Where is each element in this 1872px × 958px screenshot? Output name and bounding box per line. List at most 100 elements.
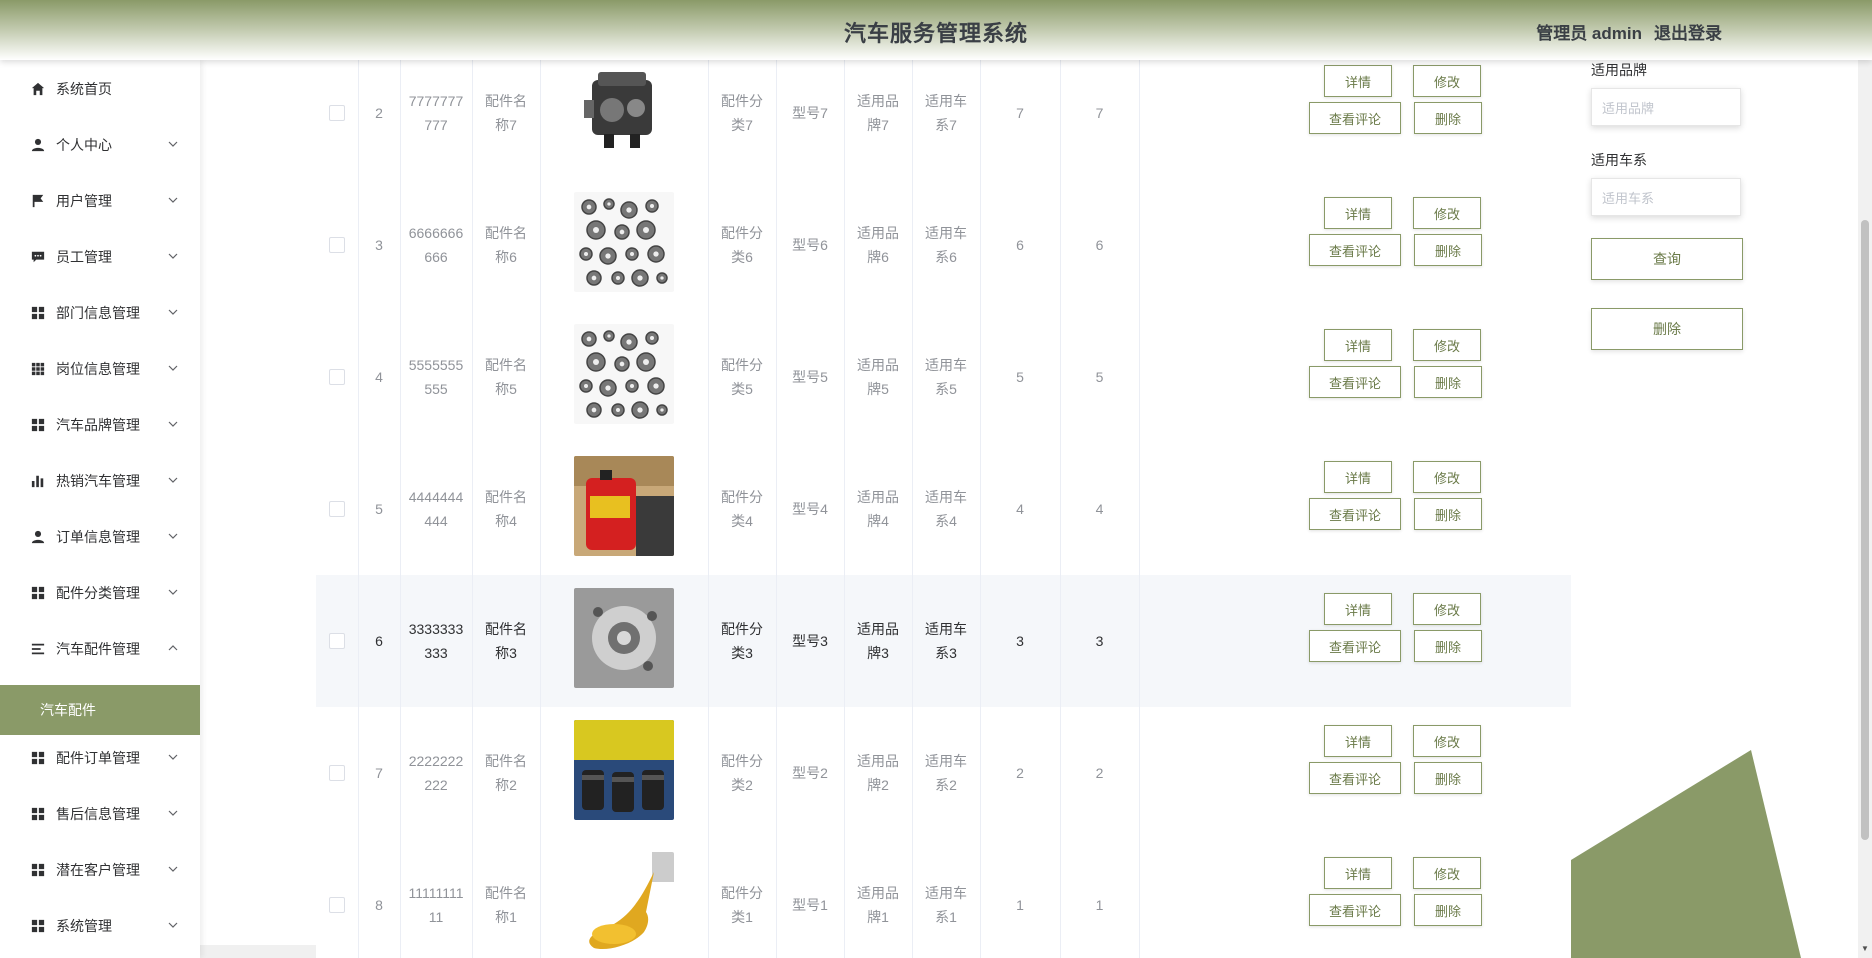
cell-text: 配件名称4	[485, 489, 527, 529]
cell-name: 配件名称3	[472, 575, 541, 707]
cell-text: 配件名称5	[485, 357, 527, 397]
row-checkbox[interactable]	[329, 633, 345, 649]
sidebar-item-5[interactable]: 岗位信息管理	[0, 349, 200, 389]
part-image	[574, 851, 674, 958]
row-checkbox[interactable]	[329, 105, 345, 121]
delete-button[interactable]: 删除	[1414, 102, 1482, 134]
sidebar-item-9[interactable]: 配件分类管理	[0, 573, 200, 613]
sidebar-item-7[interactable]: 热销汽车管理	[0, 461, 200, 501]
table-row: 7 2222222222 配件名称2 配件分类2 型号2 适用品牌2 适用车系2 2 2 详情 修改…	[316, 707, 1571, 840]
view-comments-button[interactable]: 查看评论	[1309, 102, 1401, 134]
detail-button[interactable]: 详情	[1324, 461, 1392, 493]
edit-button[interactable]: 修改	[1413, 593, 1481, 625]
chevron-down-icon	[168, 418, 178, 432]
cell-brand: 适用品牌6	[844, 179, 913, 311]
view-comments-button[interactable]: 查看评论	[1309, 762, 1401, 794]
edit-button[interactable]: 修改	[1413, 461, 1481, 493]
row-checkbox[interactable]	[329, 897, 345, 913]
sidebar-item-4[interactable]: 部门信息管理	[0, 293, 200, 333]
sidebar-item-label: 配件分类管理	[56, 585, 140, 601]
chevron-down-icon	[168, 751, 178, 765]
sidebar-item-3[interactable]: 员工管理	[0, 237, 200, 277]
cell-c1: 2	[980, 707, 1061, 839]
page-scrollbar[interactable]: ▲ ▼	[1858, 0, 1872, 958]
cell-text: 2	[1016, 765, 1024, 781]
sidebar-item-6[interactable]: 汽车品牌管理	[0, 405, 200, 445]
batch-delete-button[interactable]: 删除	[1591, 308, 1743, 350]
view-comments-button[interactable]: 查看评论	[1309, 366, 1401, 398]
sidebar-item-8[interactable]: 订单信息管理	[0, 517, 200, 557]
cell-index: 4	[358, 311, 401, 443]
sidebar-item-14[interactable]: 系统管理	[0, 906, 200, 946]
cell-text: 配件分类4	[721, 489, 763, 529]
sidebar-item-12[interactable]: 售后信息管理	[0, 794, 200, 834]
detail-button[interactable]: 详情	[1324, 65, 1392, 97]
sidebar-item-11[interactable]: 配件订单管理	[0, 738, 200, 778]
scroll-down-arrow[interactable]: ▼	[1861, 944, 1869, 953]
table-row: 2 7777777777 配件名称7 配件分类7 型号7 适用品牌7 适用车系7 7 7 详情 修改…	[316, 60, 1571, 180]
row-checkbox[interactable]	[329, 765, 345, 781]
sidebar-item-10[interactable]: 汽车配件管理	[0, 629, 200, 669]
delete-button[interactable]: 删除	[1414, 630, 1482, 662]
brand-input[interactable]: 适用品牌	[1591, 88, 1741, 126]
cell-text: 适用车系4	[925, 489, 967, 529]
edit-button[interactable]: 修改	[1413, 65, 1481, 97]
sidebar-item-1[interactable]: 个人中心	[0, 125, 200, 165]
cell-text: 5555555555	[408, 357, 464, 397]
view-comments-button[interactable]: 查看评论	[1309, 630, 1401, 662]
detail-button[interactable]: 详情	[1324, 593, 1392, 625]
chevron-down-icon	[168, 530, 178, 544]
cell-c2: 5	[1060, 311, 1140, 443]
cell-code: 5555555555	[400, 311, 473, 443]
edit-button[interactable]: 修改	[1413, 857, 1481, 889]
cell-c2: 6	[1060, 179, 1140, 311]
row-actions: 详情 修改 查看评论 删除	[1271, 311, 1571, 443]
cell-series: 适用车系7	[912, 60, 981, 179]
cell-text: 6	[1016, 237, 1024, 253]
cell-text: 4	[1095, 501, 1104, 517]
edit-button[interactable]: 修改	[1413, 725, 1481, 757]
view-comments-button[interactable]: 查看评论	[1309, 498, 1401, 530]
delete-button[interactable]: 删除	[1414, 498, 1482, 530]
sidebar-item-label: 岗位信息管理	[56, 361, 140, 377]
cell-text: 1111111111	[408, 885, 464, 925]
cell-index: 6	[358, 575, 401, 707]
sidebar-item-label: 汽车品牌管理	[56, 417, 140, 433]
sidebar-item-13[interactable]: 潜在客户管理	[0, 850, 200, 890]
row-checkbox[interactable]	[329, 369, 345, 385]
detail-button[interactable]: 详情	[1324, 857, 1392, 889]
edit-button[interactable]: 修改	[1413, 197, 1481, 229]
sidebar-subitem-active[interactable]: 汽车配件	[0, 685, 200, 735]
view-comments-button[interactable]: 查看评论	[1309, 234, 1401, 266]
row-checkbox[interactable]	[329, 237, 345, 253]
logout-link[interactable]: 退出登录	[1654, 19, 1722, 44]
part-image-cell	[540, 60, 709, 179]
detail-button[interactable]: 详情	[1324, 725, 1392, 757]
edit-button[interactable]: 修改	[1413, 329, 1481, 361]
row-select-cell	[316, 443, 359, 575]
delete-button[interactable]: 删除	[1414, 234, 1482, 266]
query-button[interactable]: 查询	[1591, 238, 1743, 280]
part-image	[574, 191, 674, 299]
cell-code: 2222222222	[400, 707, 473, 839]
sidebar-item-0[interactable]: 系统首页	[0, 69, 200, 109]
cell-c2: 3	[1060, 575, 1140, 707]
series-input[interactable]: 适用车系	[1591, 178, 1741, 216]
detail-button[interactable]: 详情	[1324, 329, 1392, 361]
sidebar-item-label: 部门信息管理	[56, 305, 140, 321]
cell-code: 4444444444	[400, 443, 473, 575]
grid-icon	[30, 750, 46, 766]
admin-username: 管理员 admin	[1536, 24, 1642, 43]
scrollbar-thumb[interactable]	[1861, 220, 1869, 840]
view-comments-button[interactable]: 查看评论	[1309, 894, 1401, 926]
part-image	[574, 587, 674, 695]
cell-text: 6666666666	[408, 225, 464, 265]
row-actions: 详情 修改 查看评论 删除	[1271, 839, 1571, 958]
delete-button[interactable]: 删除	[1414, 894, 1482, 926]
delete-button[interactable]: 删除	[1414, 762, 1482, 794]
row-checkbox[interactable]	[329, 501, 345, 517]
cell-text: 3	[1016, 633, 1024, 649]
detail-button[interactable]: 详情	[1324, 197, 1392, 229]
sidebar-item-2[interactable]: 用户管理	[0, 181, 200, 221]
delete-button[interactable]: 删除	[1414, 366, 1482, 398]
